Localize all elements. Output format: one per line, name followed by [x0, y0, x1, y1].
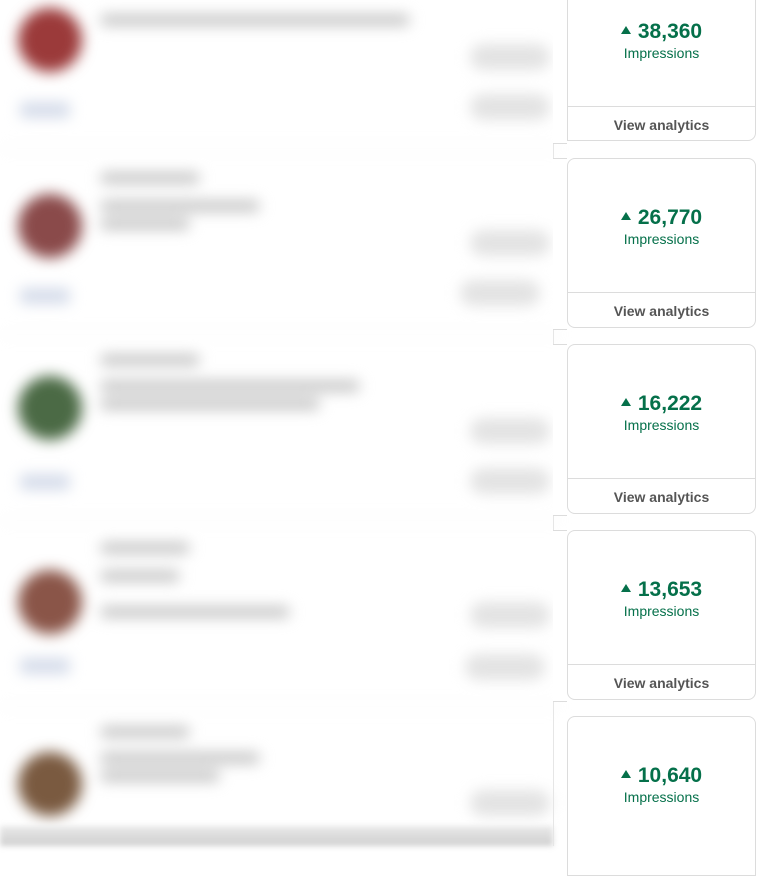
impressions-value: 10,640 — [637, 764, 703, 787]
impressions-value: 38,360 — [637, 20, 703, 43]
blurred-bottom-bar — [0, 826, 553, 846]
impressions-label: Impressions — [623, 603, 700, 619]
impressions-stat: 10,640 Impressions — [568, 763, 755, 805]
impressions-label: Impressions — [623, 231, 700, 247]
card-connector — [553, 0, 567, 144]
view-analytics-button[interactable]: View analytics — [568, 479, 755, 515]
impressions-stat: 26,770 Impressions — [568, 205, 755, 247]
view-analytics-button[interactable]: View analytics — [568, 107, 755, 143]
impressions-label: Impressions — [623, 789, 700, 805]
analytics-card: 38,360 Impressions View analytics — [567, 0, 756, 141]
blurred-post — [0, 344, 560, 521]
card-connector — [553, 530, 567, 702]
card-connector — [553, 158, 567, 330]
impressions-value: 16,222 — [637, 392, 703, 415]
avatar — [18, 376, 82, 440]
up-arrow-icon — [620, 398, 631, 407]
blurred-post — [0, 530, 560, 707]
avatar — [18, 8, 82, 72]
up-arrow-icon — [620, 26, 631, 35]
avatar — [18, 570, 82, 634]
avatar — [18, 752, 82, 816]
impressions-stat: 38,360 Impressions — [568, 19, 755, 61]
blurred-post-feed — [0, 0, 560, 846]
analytics-card: 26,770 Impressions View analytics — [567, 158, 756, 328]
impressions-value: 26,770 — [637, 206, 703, 229]
analytics-card: 10,640 Impressions — [567, 716, 756, 876]
view-analytics-button[interactable]: View analytics — [568, 665, 755, 701]
impressions-label: Impressions — [623, 417, 700, 433]
up-arrow-icon — [620, 212, 631, 221]
impressions-value: 13,653 — [637, 578, 703, 601]
view-analytics-button[interactable]: View analytics — [568, 293, 755, 329]
avatar — [18, 194, 82, 258]
card-connector — [553, 344, 567, 516]
impressions-label: Impressions — [623, 45, 700, 61]
blurred-post — [0, 158, 560, 335]
analytics-card: 16,222 Impressions View analytics — [567, 344, 756, 514]
blurred-post — [0, 0, 560, 149]
up-arrow-icon — [620, 770, 631, 779]
impressions-stat: 16,222 Impressions — [568, 391, 755, 433]
up-arrow-icon — [620, 584, 631, 593]
impressions-stat: 13,653 Impressions — [568, 577, 755, 619]
analytics-card: 13,653 Impressions View analytics — [567, 530, 756, 700]
